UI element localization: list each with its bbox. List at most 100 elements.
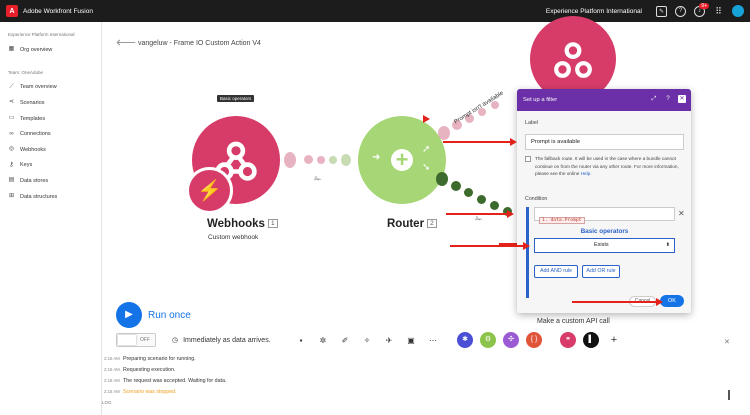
toolbox-icon[interactable]: ▣	[406, 336, 416, 346]
sidebar-item-keys[interactable]: ⚷ Keys	[8, 158, 101, 174]
connector-dot	[438, 126, 450, 140]
operator-select[interactable]: Exists ⬍	[534, 238, 675, 253]
webhooks-number: 1	[267, 219, 278, 228]
save-icon[interactable]: ▪	[296, 336, 306, 346]
connector-dot	[477, 195, 486, 204]
condition-chip[interactable]: 1. data.Prompt	[539, 217, 585, 224]
condition-group-bar	[526, 207, 529, 298]
apps-grid-icon[interactable]: ⠿	[713, 6, 724, 17]
sidebar-org-label: Experience Platform International	[8, 32, 75, 37]
text-parser-icon[interactable]: ✣	[503, 332, 519, 348]
operator-value: Exists	[594, 242, 609, 248]
sidebar-item-scenarios[interactable]: ⋖ Scenarios	[8, 95, 101, 111]
sidebar-item-data-structures[interactable]: ⊞ Data structures	[8, 189, 101, 205]
more-icon[interactable]: ⋯	[428, 336, 438, 346]
dialog-title: Set up a filter	[523, 97, 558, 103]
sidebar-item-label: Connections	[20, 131, 51, 138]
close-log-icon[interactable]: ✕	[724, 338, 730, 346]
scenario-tools: ▪ ✲ ✐ ✧ ✈ ▣ ⋯	[296, 336, 438, 346]
sidebar-item-org-overview[interactable]: ▦ Org overview	[8, 42, 101, 58]
org-switcher[interactable]: Experience Platform International	[546, 8, 642, 15]
notification-badge: 9+	[699, 2, 709, 9]
condition-caption: Condition	[525, 196, 548, 202]
annotation-arrow	[572, 298, 663, 306]
settings-icon[interactable]: ✲	[318, 336, 328, 346]
wrench-icon[interactable]: ✁	[475, 214, 483, 225]
sidebar-item-label: Team overview	[20, 84, 57, 91]
close-icon[interactable]: ✕	[678, 95, 686, 103]
top-icons: ✎ ? ♪ 9+ ⠿	[656, 2, 744, 17]
fallback-checkbox[interactable]	[525, 156, 531, 162]
log-time: 2:18 AM	[104, 367, 120, 372]
schedule-setting[interactable]: ◷ Immediately as data arrives.	[172, 336, 271, 345]
log-time: 2:18 AM	[104, 378, 120, 383]
api-call-label: Make a custom API call	[537, 318, 610, 325]
sidebar: Experience Platform International ▦ Org …	[0, 22, 102, 415]
notes-icon[interactable]: ✐	[340, 336, 350, 346]
sidebar-item-label: Data stores	[20, 177, 49, 184]
structure-icon: ⊞	[8, 193, 15, 200]
lightning-icon[interactable]: ⚡	[186, 167, 233, 214]
clock-icon: ◷	[172, 337, 179, 344]
sidebar-item-webhooks[interactable]: ◎ Webhooks	[8, 142, 101, 158]
log-scrollbar[interactable]	[728, 390, 730, 400]
plus-icon: +	[391, 149, 413, 171]
sidebar-item-label: Webhooks	[20, 146, 46, 153]
magic-wand-icon[interactable]: ✧	[362, 336, 372, 346]
condition-operand-input[interactable]: 1. data.Prompt	[534, 207, 675, 224]
router-module[interactable]: ➜ + ➚ ➘	[358, 116, 446, 204]
sidebar-item-templates[interactable]: ▭ Templates	[8, 111, 101, 127]
webhook-icon	[554, 42, 592, 78]
label-input[interactable]: Prompt is available	[525, 134, 684, 150]
log-time: 2:18 AM	[104, 389, 120, 394]
scenario-canvas[interactable]: ⟵ vangeluw - Frame IO Custom Action V4 B…	[102, 16, 750, 415]
avatar[interactable]	[732, 5, 744, 17]
frameio-module-icon[interactable]: ▌	[583, 332, 599, 348]
connector-dot	[304, 155, 313, 164]
sidebar-item-label: Templates	[20, 115, 46, 122]
execution-log: 2:18 AM Preparing scenario for running. …	[104, 353, 226, 397]
brand[interactable]: A Adobe Workfront Fusion	[6, 5, 93, 17]
scenario-title[interactable]: vangeluw - Frame IO Custom Action V4	[138, 40, 261, 47]
key-icon: ⚷	[9, 161, 14, 168]
json-module-icon[interactable]: { }	[526, 332, 542, 348]
webhook-module-icon[interactable]: ⚭	[560, 332, 576, 348]
notifications-icon[interactable]: ♪ 9+	[694, 2, 709, 17]
help-icon[interactable]: ?	[675, 5, 686, 17]
airplane-icon[interactable]: ✈	[384, 336, 394, 346]
add-module-button[interactable]: +	[606, 332, 622, 348]
connector-dot	[284, 152, 296, 168]
log-footer[interactable]: LOG	[102, 400, 112, 405]
back-arrow-icon[interactable]: ⟵	[116, 34, 136, 51]
tools-module-icon[interactable]: ⚙	[480, 332, 496, 348]
flow-control-icon[interactable]: ✱	[457, 332, 473, 348]
sidebar-item-data-stores[interactable]: ▤ Data stores	[8, 173, 101, 189]
sidebar-item-label: Org overview	[20, 46, 53, 53]
templates-icon: ▭	[8, 115, 15, 122]
fallback-description: The fallback route. It will be used in t…	[535, 156, 679, 176]
wrench-icon[interactable]: ✁	[314, 174, 322, 185]
run-once-label[interactable]: Run once	[148, 310, 191, 321]
building-icon: ▦	[8, 46, 15, 53]
app-title: Adobe Workfront Fusion	[23, 7, 93, 15]
scheduling-toggle[interactable]: OFF	[116, 333, 156, 347]
log-row: 2:18 AM Scenario was stopped.	[104, 386, 226, 397]
help-link[interactable]: Help	[581, 171, 591, 176]
sidebar-item-connections[interactable]: ∞ Connections	[8, 126, 101, 142]
help-icon[interactable]: ?	[664, 95, 672, 103]
sidebar-team-label: Team: OneAdobe	[8, 69, 44, 75]
add-and-rule-button[interactable]: Add AND rule	[534, 265, 578, 278]
sidebar-item-team-overview[interactable]: ⟋ Team overview	[8, 80, 101, 96]
ok-button[interactable]: OK	[660, 295, 684, 307]
log-message: Scenario was stopped.	[123, 388, 177, 395]
router-arrow-icon: ➜	[372, 152, 381, 163]
run-once-button[interactable]: ▶	[116, 302, 142, 328]
remove-condition-icon[interactable]: ✕	[678, 209, 685, 218]
dialog-header-icons: ⤢ ? ✕	[650, 95, 686, 103]
connector-dot	[317, 156, 325, 164]
schedule-text: Immediately as data arrives.	[183, 336, 271, 344]
feedback-icon[interactable]: ✎	[656, 5, 667, 17]
expand-icon[interactable]: ⤢	[650, 95, 658, 103]
filter-dialog: Set up a filter ⤢ ? ✕ Label Prompt is av…	[517, 89, 691, 313]
add-or-rule-button[interactable]: Add OR rule	[582, 265, 620, 278]
